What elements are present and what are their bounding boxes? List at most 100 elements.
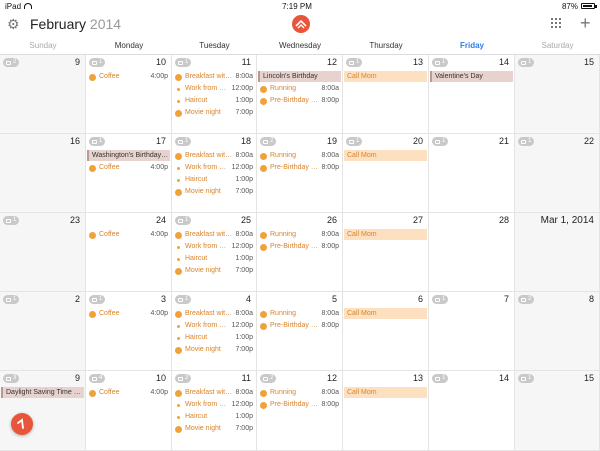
timed-event[interactable]: Breakfast with... 8:00a <box>173 308 255 320</box>
timed-event[interactable]: Pre-Birthday Di... 8:00p <box>258 241 341 253</box>
grid-view-icon[interactable] <box>551 18 561 28</box>
holiday-event[interactable]: Washington's Birthday (... <box>87 150 170 161</box>
day-cell[interactable]: 2 19 Running 8:00a Pre-Birthday Di... 8:00p <box>257 134 343 213</box>
day-cell[interactable]: 1 4 Breakfast with... 8:00a Work from ho... 1… <box>172 292 257 371</box>
timed-event[interactable]: Movie night 7:00p <box>173 344 255 356</box>
timed-event[interactable]: Running 8:00a <box>258 387 341 399</box>
holiday-event[interactable]: Lincoln's Birthday <box>258 71 341 82</box>
all-day-event[interactable]: Call Mom <box>344 308 427 319</box>
all-day-event[interactable]: Call Mom <box>344 229 427 240</box>
timed-event[interactable]: Running 8:00a <box>258 83 341 95</box>
day-cell[interactable]: 5 Running 8:00a Pre-Birthday Di... 8:00p <box>257 292 343 371</box>
day-cell[interactable]: 1 15 <box>515 371 600 451</box>
day-cell[interactable]: 1 13 Call Mom <box>343 55 429 134</box>
timed-event[interactable]: Work from ho... 12:00p <box>173 399 255 411</box>
day-cell[interactable]: 1 3 Coffee 4:00p <box>86 292 172 371</box>
day-cell[interactable]: 1 23 <box>0 213 86 292</box>
timed-event[interactable]: Pre-Birthday Di... 8:00p <box>258 162 341 174</box>
day-cell[interactable]: 1 17 Washington's Birthday (... Coffee 4:00p <box>86 134 172 213</box>
timed-event[interactable]: Movie night 7:00p <box>173 107 255 119</box>
timed-event[interactable]: Breakfast with... 8:00a <box>173 387 255 399</box>
event-list: Running 8:00a Pre-Birthday Di... 8:00p <box>258 308 341 332</box>
timed-event[interactable]: Movie night 7:00p <box>173 265 255 277</box>
timed-event[interactable]: Pre-Birthday Di... 8:00p <box>258 399 341 411</box>
day-cell[interactable]: 1 18 Breakfast with... 8:00a Work from ho...… <box>172 134 257 213</box>
all-day-event[interactable]: Call Mom <box>344 71 427 82</box>
holiday-event[interactable]: Daylight Saving Time B... <box>1 387 84 398</box>
holiday-event[interactable]: Valentine's Day <box>430 71 513 82</box>
timed-event[interactable]: Movie night 7:00p <box>173 423 255 435</box>
day-cell[interactable]: 1 21 <box>429 134 515 213</box>
day-cell[interactable]: 1 14 Valentine's Day <box>429 55 515 134</box>
event-count: 1 <box>442 59 446 65</box>
all-day-event[interactable]: Call Mom <box>344 150 427 161</box>
timed-event[interactable]: Breakfast with... 8:00a <box>173 150 255 162</box>
day-cell[interactable]: 12 Lincoln's Birthday Running 8:00a Pre-Birt… <box>257 55 343 134</box>
day-cell[interactable]: 1 20 Call Mom <box>343 134 429 213</box>
timed-event[interactable]: Breakfast with... 8:00a <box>173 229 255 241</box>
timed-event[interactable]: Coffee 4:00p <box>87 387 170 399</box>
event-count: 3 <box>13 375 17 381</box>
day-cell[interactable]: 29 <box>0 55 86 134</box>
add-event-icon[interactable]: + <box>580 13 591 33</box>
event-list: Coffee 4:00p <box>87 308 170 320</box>
app-logo-icon[interactable] <box>292 15 310 33</box>
day-cell[interactable]: 28 <box>429 213 515 292</box>
event-time: 4:00p <box>150 389 168 396</box>
timed-event[interactable]: Pre-Birthday Di... 8:00p <box>258 320 341 332</box>
day-cell[interactable]: 6 Call Mom <box>343 292 429 371</box>
event-clock-icon <box>260 164 267 172</box>
day-cell[interactable]: 1 10 Coffee 4:00p <box>86 55 172 134</box>
timed-event[interactable]: Breakfast with... 8:00a <box>173 71 255 83</box>
timed-event[interactable]: Haircut 1:00p <box>173 332 255 344</box>
timed-event[interactable]: Work from ho... 12:00p <box>173 162 255 174</box>
day-cell[interactable]: 1 14 <box>429 371 515 451</box>
day-cell[interactable]: 16 <box>0 134 86 213</box>
day-cell[interactable]: 1 11 Breakfast with... 8:00a Work from ho...… <box>172 55 257 134</box>
day-cell[interactable]: 4 10 Coffee 4:00p <box>86 371 172 451</box>
timed-event[interactable]: Work from ho... 12:00p <box>173 83 255 95</box>
day-cell[interactable]: 13 Call Mom <box>343 371 429 451</box>
day-number: 2 <box>74 294 80 304</box>
day-cell[interactable]: 1 25 Breakfast with... 8:00a Work from ho...… <box>172 213 257 292</box>
timed-event[interactable]: Running 8:00a <box>258 150 341 162</box>
day-cell[interactable]: Mar 1, 2014 <box>515 213 600 292</box>
timed-event[interactable]: Work from ho... 12:00p <box>173 320 255 332</box>
timed-event[interactable]: Movie night 7:00p <box>173 186 255 198</box>
timed-event[interactable]: Coffee 4:00p <box>87 229 170 241</box>
day-cell[interactable]: 12 <box>0 292 86 371</box>
event-clock-icon <box>175 425 182 433</box>
event-list: Breakfast with... 8:00a Work from ho... 12:… <box>173 308 255 356</box>
day-cell[interactable]: 24 Coffee 4:00p <box>86 213 172 292</box>
timed-event[interactable]: Work from ho... 12:00p <box>173 241 255 253</box>
timed-event[interactable]: Running 8:00a <box>258 229 341 241</box>
timed-event[interactable]: Haircut 1:00p <box>173 411 255 423</box>
day-cell[interactable]: 2 12 Running 8:00a Pre-Birthday Di... 8:00p <box>257 371 343 451</box>
timed-event[interactable]: Coffee 4:00p <box>87 71 170 83</box>
timed-event[interactable]: Pre-Birthday Di... 8:00p <box>258 95 341 107</box>
event-list: Washington's Birthday (... Coffee 4:00p <box>87 150 170 174</box>
day-cell[interactable]: 26 Running 8:00a Pre-Birthday Di... 8:00p <box>257 213 343 292</box>
day-cell[interactable]: 27 Call Mom <box>343 213 429 292</box>
today-button[interactable] <box>11 413 33 435</box>
wifi-icon <box>24 3 33 9</box>
event-list: Coffee 4:00p <box>87 229 170 241</box>
event-count: 2 <box>270 138 274 144</box>
timed-event[interactable]: Haircut 1:00p <box>173 95 255 107</box>
timed-event[interactable]: Coffee 4:00p <box>87 308 170 320</box>
timed-event[interactable]: Haircut 1:00p <box>173 253 255 265</box>
event-time: 8:00a <box>321 389 339 396</box>
day-cell[interactable]: 1 15 <box>515 55 600 134</box>
settings-gear-icon[interactable]: ⚙ <box>7 17 21 31</box>
month-title[interactable]: February 2014 <box>30 16 121 32</box>
timed-event[interactable]: Haircut 1:00p <box>173 174 255 186</box>
event-count: 1 <box>99 296 103 302</box>
day-cell[interactable]: 2 11 Breakfast with... 8:00a Work from ho...… <box>172 371 257 451</box>
day-cell[interactable]: 17 <box>429 292 515 371</box>
all-day-event[interactable]: Call Mom <box>344 387 427 398</box>
day-cell[interactable]: 28 <box>515 292 600 371</box>
timed-event[interactable]: Running 8:00a <box>258 308 341 320</box>
day-cell[interactable]: 3 9 Daylight Saving Time B... <box>0 371 86 451</box>
day-cell[interactable]: 1 22 <box>515 134 600 213</box>
timed-event[interactable]: Coffee 4:00p <box>87 162 170 174</box>
